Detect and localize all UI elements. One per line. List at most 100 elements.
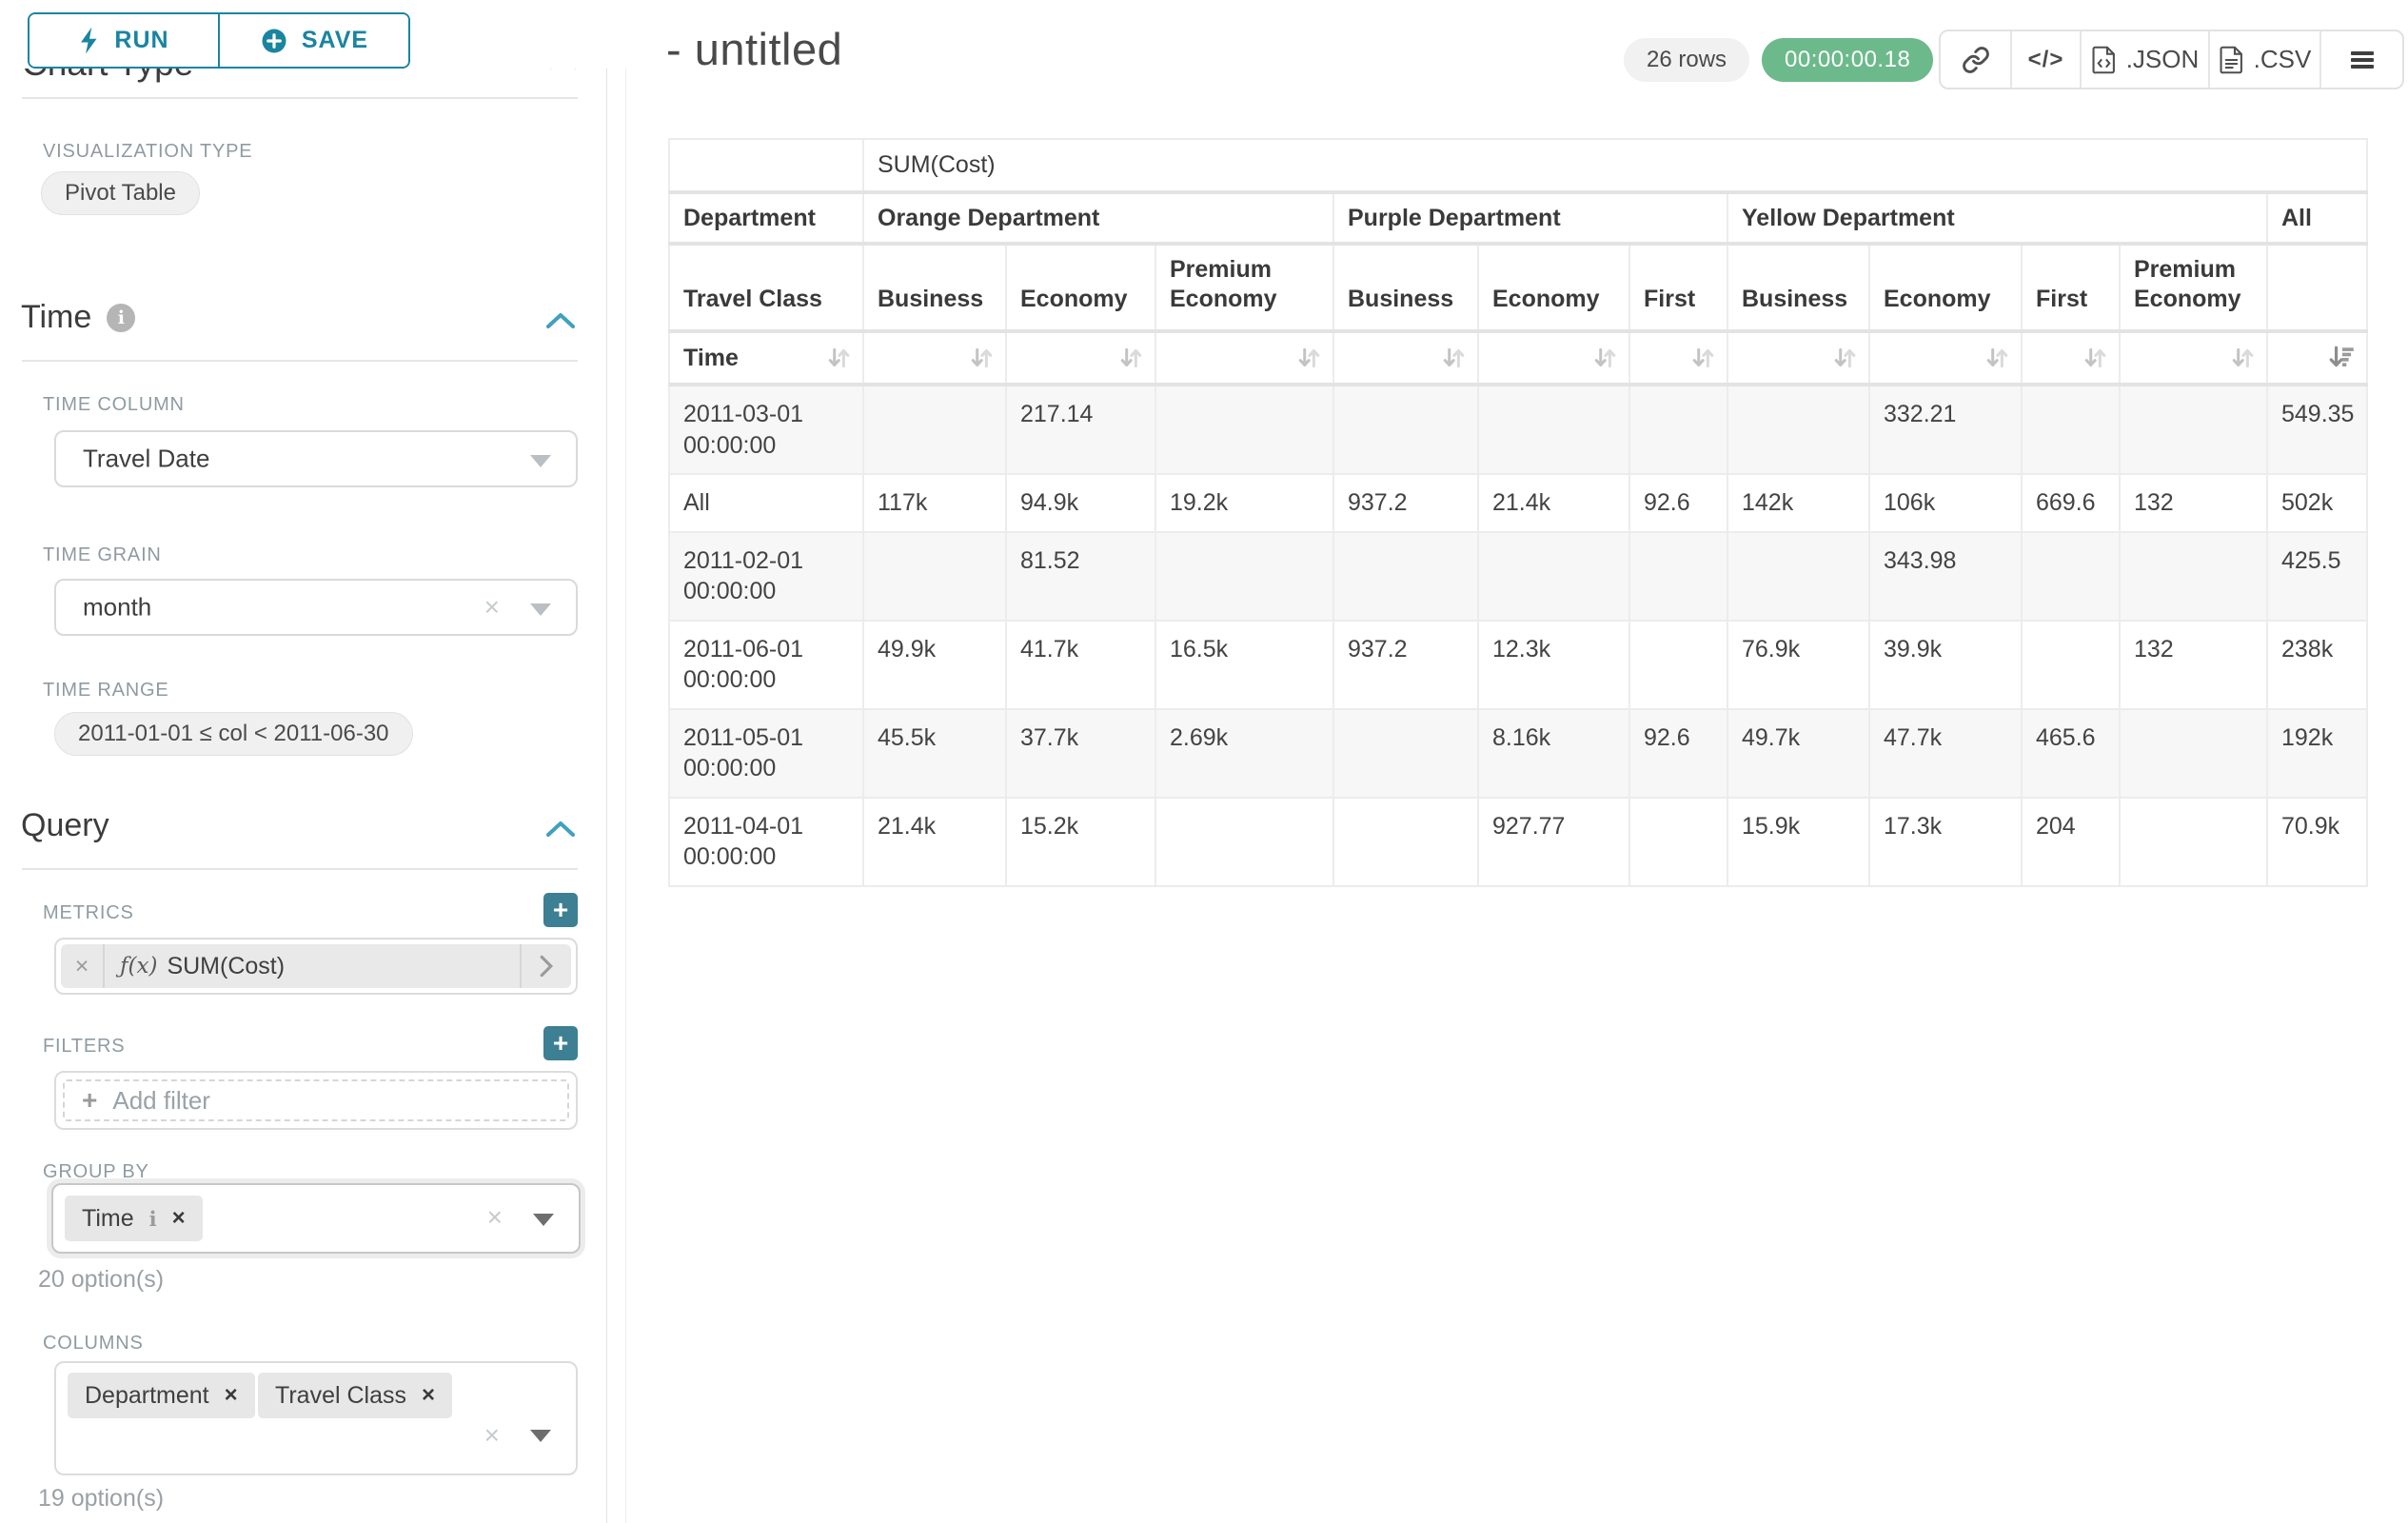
group-by-chip[interactable]: Time i × [65, 1196, 203, 1241]
pivot-cell: 21.4k [863, 798, 1006, 886]
menu-button[interactable] [2319, 31, 2402, 88]
pivot-cell: 15.2k [1006, 798, 1155, 886]
run-button[interactable]: RUN [30, 14, 218, 67]
sub-col-header: Premium Economy [2120, 244, 2267, 331]
lightning-icon [78, 27, 101, 55]
sort-header-all-sorted[interactable] [2267, 331, 2367, 385]
pivot-cell [1478, 385, 1629, 474]
remove-chip-icon[interactable]: × [225, 1382, 238, 1409]
save-button[interactable]: SAVE [218, 14, 408, 67]
time-grain-select[interactable]: month × [54, 579, 578, 636]
sort-header[interactable] [863, 331, 1006, 385]
collapse-chevron-icon[interactable] [544, 819, 577, 840]
remove-chip-icon[interactable]: × [422, 1382, 435, 1409]
columns-chip[interactable]: Travel Class × [258, 1373, 452, 1418]
pivot-cell [1629, 385, 1727, 474]
remove-chip-icon[interactable]: × [172, 1205, 186, 1232]
col-group-header: Purple Department [1333, 192, 1727, 244]
metric-header: SUM(Cost) [863, 139, 2367, 192]
chart-title[interactable]: - untitled [666, 23, 842, 75]
sub-col-header: Economy [1478, 244, 1629, 331]
group-by-select[interactable]: Time i × × [51, 1183, 581, 1254]
department-header-row: Department Orange Department Purple Depa… [669, 192, 2367, 244]
pivot-cell: 15.9k [1727, 798, 1869, 886]
columns-select[interactable]: Department × Travel Class × × [54, 1361, 578, 1475]
pivot-cell: 49.7k [1727, 709, 1869, 798]
time-range-value[interactable]: 2011-01-01 ≤ col < 2011-06-30 [54, 712, 413, 756]
view-query-button[interactable]: </> [2010, 31, 2080, 88]
pivot-cell [2022, 532, 2120, 621]
sort-icon [824, 344, 853, 372]
sort-header[interactable] [1155, 331, 1333, 385]
pivot-cell: 549.35 [2267, 385, 2367, 474]
share-link-button[interactable] [1941, 31, 2010, 88]
sort-header[interactable] [1478, 331, 1629, 385]
pivot-cell: 502k [2267, 474, 2367, 532]
pivot-cell [1727, 532, 1869, 621]
sub-col-header: Business [1333, 244, 1478, 331]
pivot-cell: 21.4k [1478, 474, 1629, 532]
section-divider [22, 97, 578, 99]
pivot-cell [863, 532, 1006, 621]
panel-divider[interactable] [606, 0, 607, 1523]
export-csv-button[interactable]: .CSV [2208, 31, 2319, 88]
pivot-cell: 937.2 [1333, 474, 1478, 532]
corner-cell [669, 139, 863, 192]
pivot-cell: 465.6 [2022, 709, 2120, 798]
sub-col-header: Economy [1869, 244, 2022, 331]
pivot-cell [1629, 798, 1727, 886]
remove-metric-icon[interactable]: × [61, 944, 105, 988]
sort-header[interactable] [2120, 331, 2267, 385]
caret-down-icon [530, 455, 551, 467]
table-row: 2011-03-01 00:00:00 217.14 332.21 549.35 [669, 385, 2367, 474]
time-column-label: TIME COLUMN [43, 394, 185, 416]
sort-header[interactable] [1629, 331, 1727, 385]
sort-header[interactable] [1869, 331, 2022, 385]
sub-col-header [2267, 244, 2367, 331]
plus-circle-icon [260, 27, 288, 55]
pivot-cell: 106k [1869, 474, 2022, 532]
export-toolbar: </> .JSON .CSV [1939, 30, 2404, 89]
clear-icon[interactable]: × [484, 1422, 500, 1449]
pivot-cell: 70.9k [2267, 798, 2367, 886]
table-row: 2011-06-01 00:00:00 49.9k 41.7k 16.5k 93… [669, 621, 2367, 709]
clear-icon[interactable]: × [484, 594, 500, 621]
add-filter-dropzone[interactable]: + Add filter [63, 1079, 569, 1121]
group-by-options-hint: 20 option(s) [38, 1266, 164, 1294]
metric-chip[interactable]: × ƒ(x) SUM(Cost) [61, 944, 571, 988]
expand-metric-icon[interactable] [520, 944, 571, 988]
section-divider [22, 360, 578, 362]
sort-header[interactable] [2022, 331, 2120, 385]
sort-header[interactable] [1727, 331, 1869, 385]
pivot-cell: 17.3k [1869, 798, 2022, 886]
export-json-button[interactable]: .JSON [2080, 31, 2208, 88]
col-group-header: Yellow Department [1727, 192, 2267, 244]
pivot-cell: 132 [2120, 474, 2267, 532]
pivot-cell [2120, 385, 2267, 474]
query-section-header: Query [21, 807, 109, 844]
time-column-select[interactable]: Travel Date [54, 430, 578, 487]
plus-icon: + [82, 1085, 97, 1116]
pivot-cell [1333, 532, 1478, 621]
pivot-cell [2120, 532, 2267, 621]
pivot-cell [2120, 798, 2267, 886]
metric-header-row: SUM(Cost) [669, 139, 2367, 192]
columns-chip[interactable]: Department × [68, 1373, 255, 1418]
pivot-cell [2022, 621, 2120, 709]
time-grain-label: TIME GRAIN [43, 544, 162, 566]
sort-header[interactable] [1006, 331, 1155, 385]
add-metric-button[interactable]: + [543, 893, 578, 927]
pivot-table: SUM(Cost) Department Orange Department P… [668, 138, 2368, 887]
row-label: 2011-03-01 00:00:00 [669, 385, 863, 474]
metrics-label: METRICS [43, 902, 134, 924]
collapse-chevron-icon[interactable] [544, 310, 577, 331]
row-label: All [669, 474, 863, 532]
add-filter-button[interactable]: + [543, 1026, 578, 1060]
visualization-type-value[interactable]: Pivot Table [41, 171, 200, 215]
sort-icon [1830, 344, 1859, 372]
sort-header[interactable] [1333, 331, 1478, 385]
pivot-cell: 425.5 [2267, 532, 2367, 621]
clear-icon[interactable]: × [487, 1204, 503, 1231]
sort-header-time[interactable]: Time [669, 331, 863, 385]
pivot-cell [1155, 385, 1333, 474]
